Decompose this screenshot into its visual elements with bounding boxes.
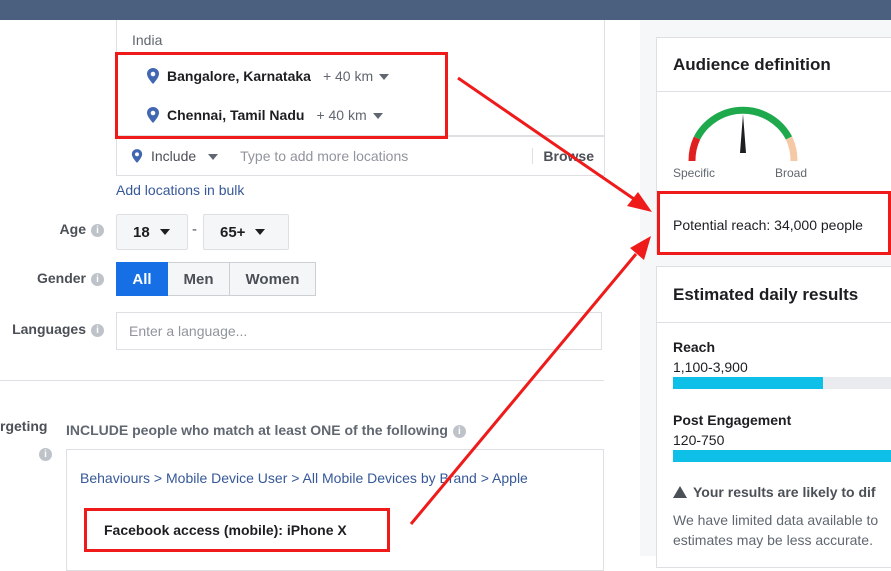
metric-engagement-bar — [673, 450, 891, 462]
metric-reach-bar — [673, 377, 891, 389]
languages-label: Languages i — [0, 321, 104, 337]
info-icon[interactable]: i — [91, 323, 104, 337]
card-divider — [656, 322, 891, 323]
age-min-select[interactable]: 18 — [116, 214, 188, 250]
add-locations-bulk-link[interactable]: Add locations in bulk — [116, 182, 244, 198]
metric-engagement-label: Post Engagement — [673, 412, 792, 428]
browse-button[interactable]: Browse — [532, 148, 594, 164]
annotation-box-locations — [115, 52, 448, 139]
info-icon[interactable]: i — [91, 272, 104, 286]
audience-definition-title: Audience definition — [673, 55, 831, 74]
estimated-results-title: Estimated daily results — [673, 285, 859, 304]
info-icon[interactable]: i — [39, 448, 52, 461]
language-input[interactable]: Enter a language... — [116, 312, 602, 350]
audience-gauge — [688, 106, 798, 162]
targeting-label: rgeting — [0, 418, 48, 434]
card-divider — [656, 91, 891, 92]
location-search-bar: Include Type to add more locations Brows… — [116, 136, 605, 176]
chevron-down-icon — [208, 154, 219, 161]
results-warning: Your results are likely to dif — [673, 484, 876, 500]
gauge-specific-label: Specific — [673, 166, 716, 180]
gauge-broad-label: Broad — [775, 166, 808, 180]
country-label: India — [132, 32, 163, 48]
results-note: We have limited data available to estima… — [673, 512, 879, 548]
gender-all-button[interactable]: All — [116, 262, 168, 296]
targeting-include-text: INCLUDE people who match at least ONE of… — [66, 422, 466, 438]
annotation-box-selection — [84, 508, 390, 552]
warning-icon — [673, 486, 687, 498]
metric-reach-bar-fill — [673, 377, 824, 389]
targeting-breadcrumb[interactable]: Behaviours > Mobile Device User > All Mo… — [80, 469, 560, 488]
top-bar — [0, 0, 891, 20]
metric-reach-value: 1,100-3,900 — [673, 359, 748, 375]
info-icon[interactable]: i — [91, 223, 104, 237]
metric-reach-label: Reach — [673, 339, 716, 355]
age-range-dash: - — [192, 221, 197, 238]
gender-men-button[interactable]: Men — [168, 262, 230, 296]
gender-label: Gender i — [10, 270, 104, 286]
gender-toggle: All Men Women — [116, 262, 316, 296]
metric-engagement-value: 120-750 — [673, 432, 725, 448]
info-icon[interactable]: i — [452, 424, 466, 438]
age-label: Age i — [40, 221, 104, 237]
chevron-down-icon — [159, 229, 170, 235]
location-search-input[interactable]: Type to add more locations — [240, 148, 532, 164]
annotation-box-reach — [657, 191, 891, 255]
gender-women-button[interactable]: Women — [230, 262, 316, 296]
include-dropdown[interactable]: Include — [151, 148, 219, 164]
chevron-down-icon — [255, 229, 266, 235]
section-divider — [0, 380, 604, 381]
metric-engagement-bar-fill — [673, 450, 891, 462]
location-pin-icon — [131, 149, 143, 163]
age-max-select[interactable]: 65+ — [203, 214, 289, 250]
